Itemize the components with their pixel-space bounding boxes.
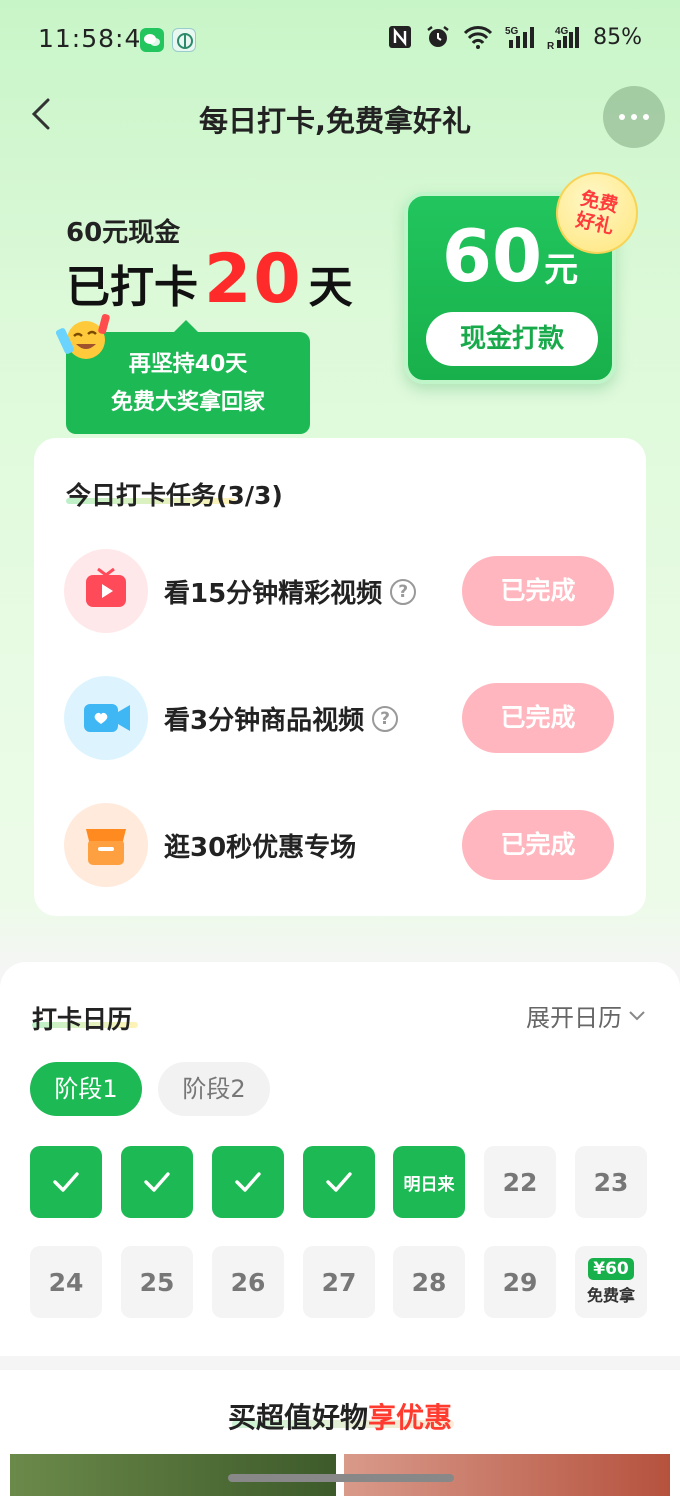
video-camera-icon [64, 676, 148, 760]
signal-4g-icon: R4G [547, 26, 580, 50]
task-label: 看3分钟商品视频 ? [164, 700, 399, 737]
day-cell: 22 [484, 1146, 556, 1218]
chevron-down-icon [629, 1010, 645, 1020]
alarm-icon [427, 26, 449, 47]
cash-amount-value: 60 [441, 214, 543, 298]
home-indicator[interactable] [228, 1474, 454, 1482]
checkin-count: 已打卡 20 天 [66, 240, 353, 319]
nav-bar: 每日打卡,免费拿好礼 [0, 80, 680, 156]
check-icon [326, 1172, 352, 1192]
prize-label: 免费拿 [586, 1286, 635, 1305]
store-icon [64, 803, 148, 887]
prize-amount: ¥60 [588, 1258, 634, 1280]
day-cell: 24 [30, 1246, 102, 1318]
svg-text:4G: 4G [555, 26, 569, 37]
wechat-icon [140, 28, 164, 52]
more-button[interactable] [603, 86, 665, 148]
checkin-days: 20 [204, 240, 303, 319]
task-label: 看15分钟精彩视频 ? [164, 573, 417, 610]
day-tomorrow: 明日来 [393, 1146, 465, 1218]
task-row: 逛30秒优惠专场 已完成 [64, 803, 616, 887]
checkin-suffix: 天 [308, 262, 353, 313]
checkin-prefix: 已打卡 [66, 262, 198, 313]
day-cell: 26 [212, 1246, 284, 1318]
more-dots-icon [619, 114, 625, 120]
task-done-button[interactable]: 已完成 [462, 810, 614, 880]
calendar-title: 打卡日历 [32, 1005, 133, 1034]
help-icon[interactable]: ? [390, 578, 417, 605]
page-title: 每日打卡,免费拿好礼 [198, 104, 472, 138]
day-cell: 28 [393, 1246, 465, 1318]
day-cell: 25 [121, 1246, 193, 1318]
wifi-icon [464, 26, 493, 49]
check-icon [53, 1172, 79, 1192]
cash-amount-unit: 元 [544, 250, 579, 290]
checkin-calendar: 打卡日历 展开日历 阶段1 阶段2 明日来 22 23 24 25 26 27 … [0, 962, 680, 1356]
bubble-line2: 免费大奖拿回家 [110, 390, 265, 415]
status-bar: 11:58:44 5G R 4G 85% [0, 0, 680, 80]
day-cell: 29 [484, 1246, 556, 1318]
tab-stage-1[interactable]: 阶段1 [30, 1062, 142, 1116]
day-checked [30, 1146, 102, 1218]
day-checked [212, 1146, 284, 1218]
daily-task-card: 今日打卡任务(3/3) 看15分钟精彩视频 ? 已完成 看3分钟商品视频 ? 已… [34, 438, 646, 916]
cash-payout-button[interactable]: 现金打款 [426, 312, 598, 366]
signal-5g-icon: 5G [505, 26, 535, 48]
laughing-emoji-icon [56, 313, 110, 359]
promo-title: 买超值好物享优惠 [227, 1401, 453, 1434]
nfc-icon [389, 26, 412, 48]
battery-percent: 85% [593, 24, 642, 50]
day-checked [303, 1146, 375, 1218]
task-done-button[interactable]: 已完成 [462, 683, 614, 753]
day-cell: 27 [303, 1246, 375, 1318]
check-icon [235, 1172, 261, 1192]
task-row: 看15分钟精彩视频 ? 已完成 [64, 549, 616, 633]
day-checked [121, 1146, 193, 1218]
check-icon [144, 1172, 170, 1192]
day-cell: 23 [575, 1146, 647, 1218]
task-card-title: 今日打卡任务(3/3) [66, 481, 283, 510]
task-row: 看3分钟商品视频 ? 已完成 [64, 676, 616, 760]
app-icon [172, 28, 196, 52]
task-done-button[interactable]: 已完成 [462, 556, 614, 626]
task-label: 逛30秒优惠专场 [164, 833, 357, 863]
expand-calendar-button[interactable]: 展开日历 [526, 998, 646, 1033]
day-prize: ¥60 免费拿 [575, 1246, 647, 1318]
tv-icon [64, 549, 148, 633]
svg-text:5G: 5G [505, 26, 519, 37]
svg-text:R: R [547, 41, 555, 50]
help-icon[interactable]: ? [372, 705, 399, 732]
tab-stage-2[interactable]: 阶段2 [158, 1062, 270, 1116]
